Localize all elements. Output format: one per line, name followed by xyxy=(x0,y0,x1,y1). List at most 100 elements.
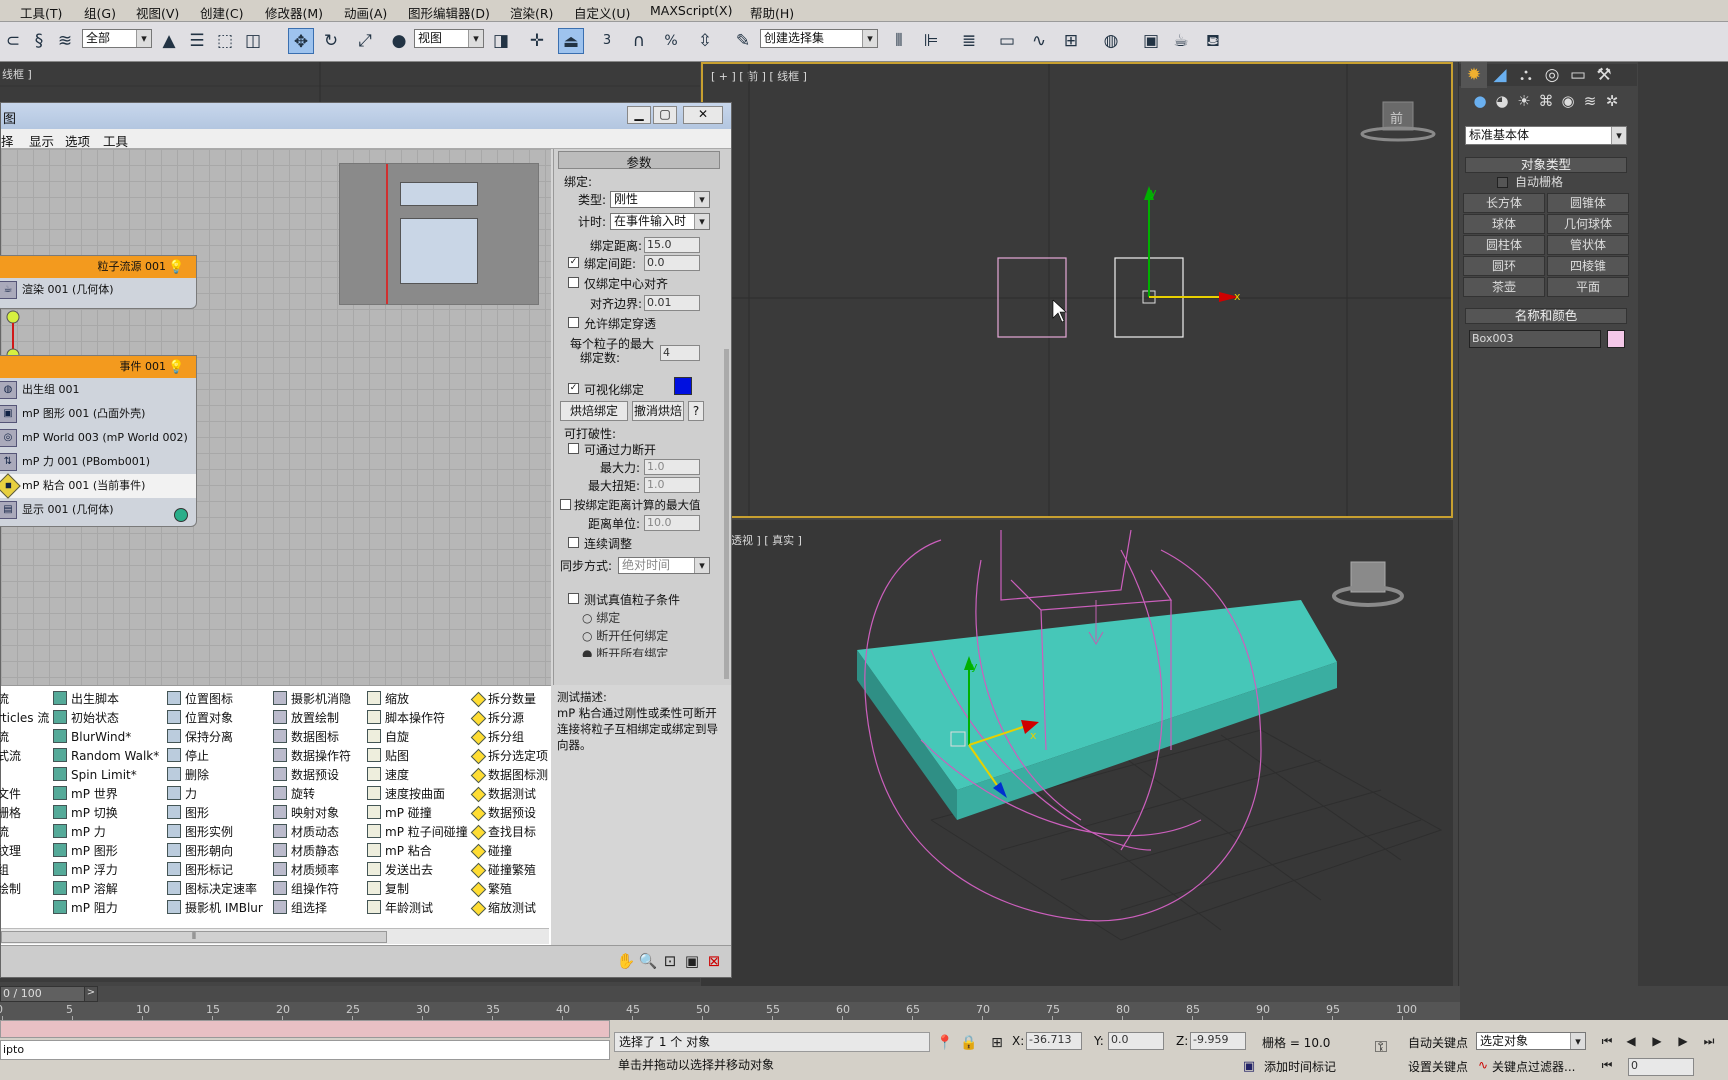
particle-source-node[interactable]: 粒子流源 001 ☕ 渲染 001 (几何体) 💡 xyxy=(0,255,197,309)
select-manipulate-icon[interactable]: ✛ xyxy=(524,28,550,54)
menu-tools[interactable]: 工具(T) xyxy=(20,3,62,22)
event-title[interactable]: 事件 001 xyxy=(0,356,196,378)
bind-gap-checkbox[interactable]: ✓ xyxy=(568,257,579,268)
depot-item[interactable]: Random Walk* xyxy=(53,747,159,765)
depot-item[interactable]: 材质频率 xyxy=(273,861,339,879)
set-key-button[interactable]: 设置关键点 xyxy=(1408,1058,1468,1075)
bake-binds-button[interactable]: 烘焙绑定 xyxy=(560,401,628,421)
depot-item[interactable]: 碰撞 xyxy=(470,842,512,860)
depot-item[interactable]: 组 xyxy=(0,861,9,879)
select-scale-icon[interactable]: ⤢ xyxy=(352,28,378,54)
lightbulb-icon[interactable]: 💡 xyxy=(168,360,184,375)
selection-filter-dropdown[interactable]: 全部 xyxy=(82,29,152,48)
bind-color-swatch[interactable] xyxy=(674,377,692,395)
layer-manager-icon[interactable]: ≣ xyxy=(956,28,982,54)
depot-item[interactable]: 贴图 xyxy=(367,747,409,765)
name-color-rollout[interactable]: 名称和颜色 xyxy=(1465,308,1627,324)
z-coordinate[interactable]: -9.959 xyxy=(1190,1032,1246,1050)
menu-create[interactable]: 创建(C) xyxy=(200,3,243,22)
window-crossing-icon[interactable]: ◫ xyxy=(240,28,266,54)
depot-item[interactable]: 缩放测试 xyxy=(470,899,536,917)
depot-item[interactable]: mP 粒子间碰撞 xyxy=(367,823,468,841)
depot-item[interactable]: 流 xyxy=(0,690,9,708)
key-mode-dropdown[interactable]: 选定对象 xyxy=(1476,1032,1586,1050)
teapot-button[interactable]: 茶壶 xyxy=(1463,277,1545,297)
depot-item[interactable]: 保持分离 xyxy=(167,728,233,746)
depot-item[interactable]: 图形实例 xyxy=(167,823,233,841)
geosphere-button[interactable]: 几何球体 xyxy=(1547,214,1629,234)
reference-coordinate-dropdown[interactable]: 视图 xyxy=(414,29,484,48)
rendered-frame-icon[interactable]: ☕ xyxy=(1168,28,1194,54)
depot-item[interactable]: 映射对象 xyxy=(273,804,339,822)
select-move-icon[interactable]: ✥ xyxy=(288,28,314,54)
menu-animation[interactable]: 动画(A) xyxy=(344,3,387,22)
menu-customize[interactable]: 自定义(U) xyxy=(574,3,630,22)
pf-menu-select[interactable]: 择 xyxy=(1,131,14,150)
max-torque-spinner[interactable]: 1.0 xyxy=(644,477,700,493)
curve-editor-icon[interactable]: ∿ xyxy=(1026,28,1052,54)
current-frame-field[interactable]: 0 xyxy=(1628,1058,1694,1076)
depot-item[interactable]: 速度按曲面 xyxy=(367,785,445,803)
event-row[interactable]: ◍ 出生组 001 xyxy=(0,378,196,402)
snaps-toggle-icon[interactable]: 3 xyxy=(594,28,620,54)
cylinder-button[interactable]: 圆柱体 xyxy=(1463,235,1545,255)
depot-item[interactable]: 碰撞繁殖 xyxy=(470,861,536,879)
absolute-mode-icon[interactable]: ⊞ xyxy=(984,1030,1010,1056)
object-name-field[interactable]: Box003 xyxy=(1469,330,1601,348)
radio-break-any[interactable]: ○ 断开任何绑定 xyxy=(582,627,668,644)
goto-end-icon[interactable]: ⏭ xyxy=(1696,1028,1722,1054)
depot-scrollbar[interactable]: ⦀ xyxy=(1,928,549,944)
key-mode-toggle-icon[interactable]: ⏮ xyxy=(1594,1052,1620,1078)
visualize-binds-checkbox[interactable]: ✓ xyxy=(568,383,579,394)
depot-item[interactable]: 自旋 xyxy=(367,728,409,746)
depot-item[interactable]: 脚本操作符 xyxy=(367,709,445,727)
menu-graph-editors[interactable]: 图形编辑器(D) xyxy=(408,3,490,22)
next-frame-arrow[interactable]: > xyxy=(84,986,98,1002)
unbake-button[interactable]: 撤消烘焙 xyxy=(632,401,684,421)
depot-item[interactable]: 放置绘制 xyxy=(273,709,339,727)
viewcube-front-label[interactable]: 前 xyxy=(1390,108,1403,127)
depot-item[interactable]: 年龄测试 xyxy=(367,899,433,917)
toggle-ribbon-icon[interactable]: ▭ xyxy=(994,28,1020,54)
menu-maxscript[interactable]: MAXScript(X) xyxy=(650,3,732,18)
depot-item[interactable]: 流 xyxy=(0,728,9,746)
depot-scroll-thumb[interactable]: ⦀ xyxy=(1,931,387,943)
utilities-tab-icon[interactable]: ⚒ xyxy=(1591,62,1617,88)
frame-indicator[interactable]: 0 / 100 xyxy=(0,986,90,1002)
front-viewport[interactable]: [ + ] [ 前 ] [ 线框 ] x y 前 xyxy=(701,62,1453,518)
depot-item[interactable]: 停止 xyxy=(167,747,209,765)
event-row[interactable]: ⇅ mP 力 001 (PBomb001) xyxy=(0,450,196,474)
depot-item[interactable]: 发送出去 xyxy=(367,861,433,879)
depot-item[interactable]: 绘制 xyxy=(0,880,21,898)
play-icon[interactable]: ▶ xyxy=(1644,1028,1670,1054)
unlink-icon[interactable]: § xyxy=(26,28,52,54)
depot-item[interactable]: 查找目标 xyxy=(470,823,536,841)
close-button[interactable]: ✕ xyxy=(683,106,723,124)
depot-item[interactable]: 拆分选定项 xyxy=(470,747,548,765)
event-row[interactable]: ▤ 显示 001 (几何体) xyxy=(0,498,196,522)
key-icon[interactable]: ⚿ xyxy=(1368,1034,1394,1060)
maxscript-listener-pink[interactable] xyxy=(0,1020,610,1038)
render-operator-row[interactable]: ☕ 渲染 001 (几何体) xyxy=(0,278,196,302)
isolate-icon[interactable]: 📍 xyxy=(932,1030,958,1056)
depot-item[interactable]: mP 溶解 xyxy=(53,880,118,898)
angle-snap-icon[interactable]: ∩ xyxy=(626,28,652,54)
depot-item[interactable]: 拆分组 xyxy=(470,728,524,746)
motion-tab-icon[interactable]: ◎ xyxy=(1539,62,1565,88)
depot-item[interactable]: 旋转 xyxy=(273,785,315,803)
depot-item[interactable]: 拆分源 xyxy=(470,709,524,727)
y-coordinate[interactable]: 0.0 xyxy=(1108,1032,1164,1050)
particle-graph-area[interactable]: 粒子流源 001 ☕ 渲染 001 (几何体) 💡 事件 001 ◍ 出生组 001… xyxy=(0,149,551,685)
menu-help[interactable]: 帮助(H) xyxy=(750,3,794,22)
named-selection-dropdown[interactable]: 创建选择集 xyxy=(760,29,878,48)
lock-icon[interactable]: 🔒 xyxy=(956,1030,982,1056)
depot-item[interactable]: mP 力 xyxy=(53,823,106,841)
depot-item[interactable]: mP 碰撞 xyxy=(367,804,432,822)
perspective-viewport[interactable]: 透视 ] [ 真实 ] x y xyxy=(701,520,1453,986)
depot-item[interactable]: 流 xyxy=(0,823,9,841)
continuous-adjust-checkbox[interactable] xyxy=(568,537,579,548)
select-by-name-icon[interactable]: ☰ xyxy=(184,28,210,54)
render-setup-icon[interactable]: ▣ xyxy=(1138,28,1164,54)
radio-bind[interactable]: ○ 绑定 xyxy=(582,609,620,626)
depot-item[interactable]: 材质动态 xyxy=(273,823,339,841)
